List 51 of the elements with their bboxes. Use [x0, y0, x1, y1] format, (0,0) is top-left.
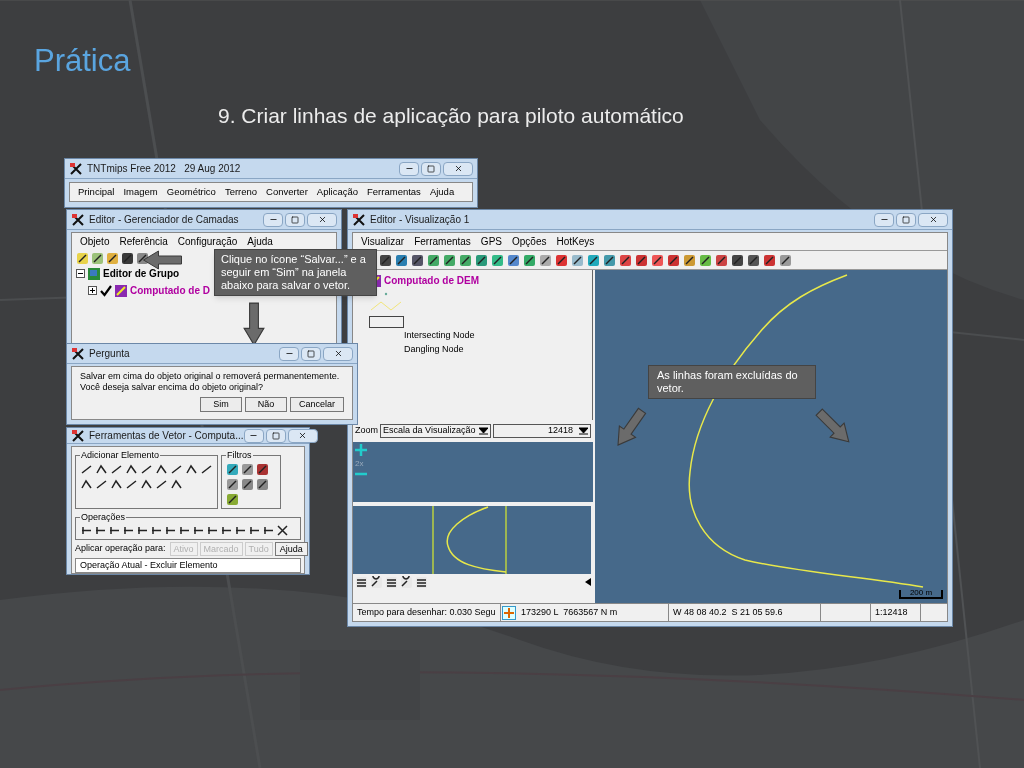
menu-item[interactable]: Ferramentas [414, 234, 471, 249]
menu-item[interactable]: Converter [266, 184, 308, 200]
window-title: Ferramentas de Vetor - Computa... [89, 429, 244, 443]
menu-item[interactable]: Aplicação [316, 184, 358, 200]
annotation: As linhas foram excluídas do vetor. [648, 365, 816, 399]
apply-label: Aplicar operação para: [75, 542, 166, 556]
menu-item[interactable]: Principal [78, 184, 115, 200]
legend-layer: Computado de DEM [384, 274, 479, 288]
status-field: Operação Atual - Excluir Elemento [75, 558, 301, 573]
dialog-message: Você deseja salvar encima do objeto original? [80, 382, 265, 393]
apply-button[interactable]: Ajuda [274, 542, 308, 556]
menu-item[interactable]: Imagem [123, 184, 158, 200]
status-cell: Tempo para desenhar: 0.030 Segu [353, 604, 501, 621]
group-label: Adicionar Elemento [80, 449, 161, 462]
menu-item[interactable]: Ajuda [247, 234, 273, 249]
legend-label: Intersecting Node [403, 329, 476, 342]
legend-label: Dangling Node [403, 343, 465, 356]
group-label: Filtros [226, 449, 253, 462]
menu-item[interactable]: Objeto [80, 234, 110, 249]
status-cell: 1:12418 [871, 604, 921, 621]
menu-item[interactable]: Ajuda [429, 184, 455, 200]
callout: Clique no ícone “Salvar...” e a seguir em “Sim” na janela abaixo para salvar o vetor. [214, 249, 377, 296]
window-title: Editor - Gerenciador de Camadas [89, 213, 240, 227]
menu-item[interactable]: Ferramentas [367, 184, 421, 200]
menu-item[interactable]: Terreno [224, 184, 258, 200]
zoom-value-field[interactable]: 12418 [493, 424, 591, 438]
menu-item[interactable]: HotKeys [556, 234, 595, 249]
window-title: TNTmips Free 2012 29 Aug 2012 [87, 162, 242, 176]
status-cell: W 48 08 40.2 S 21 05 59.6 [669, 604, 821, 621]
dialog-button[interactable]: Cancelar [289, 397, 344, 412]
zoom-label: Zoom [355, 424, 378, 438]
zoom-mode-select[interactable]: Escala da Visualização [380, 424, 492, 438]
window-title: Pergunta [89, 347, 131, 361]
window-title: Editor - Visualização 1 [370, 213, 471, 227]
menu-item[interactable]: Opções [512, 234, 547, 249]
dialog-button[interactable]: Sim [199, 397, 242, 412]
menu-item[interactable]: Configuração [177, 234, 238, 249]
slide-subtitle: 9. Criar linhas de aplicação para piloto automático [218, 103, 684, 129]
dialog-message: Salvar em cima do objeto original o removerá permanentemente. [80, 371, 341, 382]
dialog-button[interactable]: Não [244, 397, 287, 412]
tree-item[interactable]: Editor de Grupo [103, 266, 180, 281]
tree-item[interactable]: Computado de D [130, 283, 210, 298]
group-label: Operações [80, 510, 127, 524]
scale-bar: 200 m [899, 590, 943, 599]
menu-item[interactable]: Referência [119, 234, 168, 249]
menu-item[interactable]: Geométrico [166, 184, 216, 200]
menu-item[interactable]: GPS [480, 234, 502, 249]
slide-title: Prática [34, 42, 131, 80]
status-cell: 173290 L 7663567 N m [517, 604, 669, 621]
zoom-factor: 2x [355, 458, 365, 470]
menu-item[interactable]: Visualizar [361, 234, 405, 249]
